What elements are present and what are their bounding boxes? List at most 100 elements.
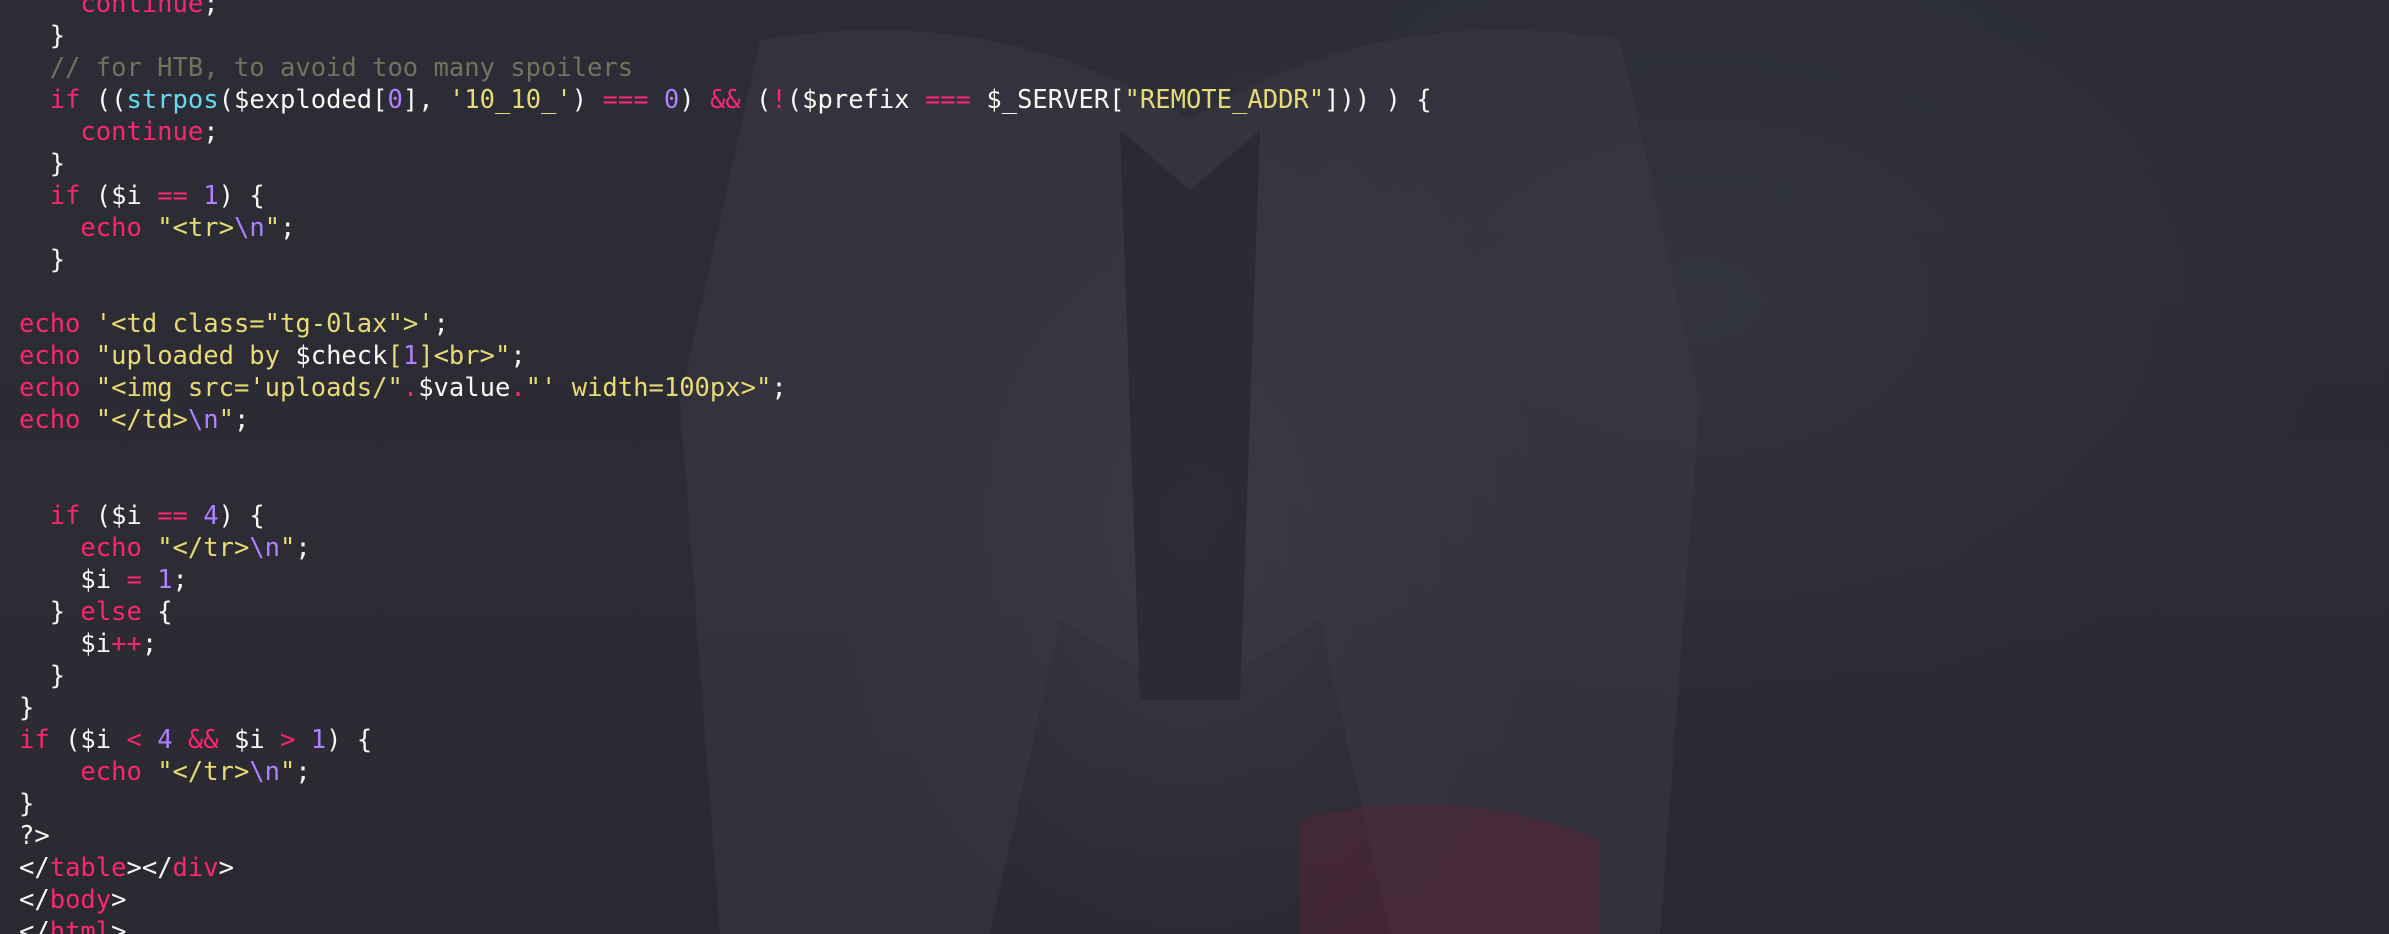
code-line[interactable]: }: [19, 660, 1432, 692]
code-token: \n: [249, 533, 281, 563]
code-line[interactable]: // for HTB, to avoid too many spoilers: [19, 52, 1432, 84]
code-token: 4: [157, 725, 173, 755]
code-token: [: [387, 341, 403, 371]
code-token: echo: [19, 405, 81, 435]
code-token: else: [80, 597, 142, 627]
code-token: if: [49, 181, 81, 211]
code-token: 1: [310, 725, 327, 755]
code-token: ": [218, 405, 234, 435]
code-token: ==: [157, 181, 188, 211]
code-line[interactable]: if ((strpos($exploded[0], '10_10_') === …: [19, 84, 1432, 116]
code-token: continue: [80, 0, 204, 19]
code-line[interactable]: ?>: [19, 820, 1432, 852]
code-token: ) {: [218, 501, 265, 531]
code-line[interactable]: echo "</td>\n";: [19, 404, 1432, 436]
code-line[interactable]: $i++;: [19, 628, 1432, 660]
code-token: 0: [387, 85, 403, 115]
code-token: echo: [80, 757, 142, 787]
code-line[interactable]: </html>: [19, 916, 1432, 934]
code-token: >: [111, 885, 127, 915]
code-token: ;: [771, 373, 787, 403]
code-token: strpos: [126, 85, 219, 115]
code-line[interactable]: }: [19, 788, 1432, 820]
code-line[interactable]: } else {: [19, 596, 1432, 628]
code-editor[interactable]: continue; } // for HTB, to avoid too man…: [19, 0, 1432, 934]
code-line[interactable]: [19, 468, 1432, 500]
code-token: ;: [203, 117, 219, 147]
code-line[interactable]: [19, 276, 1432, 308]
code-line[interactable]: }: [19, 244, 1432, 276]
code-line[interactable]: }: [19, 692, 1432, 724]
code-token: 4: [203, 501, 219, 531]
code-line[interactable]: if ($i == 4) {: [19, 500, 1432, 532]
code-line[interactable]: echo "<tr>\n";: [19, 212, 1432, 244]
code-token: $value: [418, 373, 511, 403]
code-line[interactable]: $i = 1;: [19, 564, 1432, 596]
code-token: (: [740, 85, 772, 115]
code-token: body: [49, 885, 112, 915]
code-token: ;: [233, 405, 250, 435]
code-token: \n: [233, 213, 265, 243]
code-token: $i: [218, 725, 281, 755]
code-token: "REMOTE_ADDR": [1124, 85, 1325, 115]
code-token: }: [19, 789, 35, 819]
code-token: >: [218, 853, 234, 883]
code-token: !: [771, 85, 787, 115]
code-token: '<td class="tg-0lax">': [95, 309, 434, 339]
code-token: // for HTB, to avoid too many spoilers: [19, 53, 634, 83]
code-line[interactable]: }: [19, 148, 1432, 180]
code-token: ;: [203, 0, 219, 19]
code-token: ===: [602, 85, 649, 115]
code-token: "</td>: [95, 405, 188, 435]
code-token: ])) ) {: [1324, 85, 1432, 115]
code-token: echo: [19, 373, 81, 403]
code-token: 1: [157, 565, 173, 595]
code-token: ;: [295, 757, 311, 787]
code-line[interactable]: echo "</tr>\n";: [19, 532, 1432, 564]
code-token: echo: [80, 533, 142, 563]
code-line[interactable]: echo '<td class="tg-0lax">';: [19, 308, 1432, 340]
code-line[interactable]: if ($i < 4 && $i > 1) {: [19, 724, 1432, 756]
code-token: if: [49, 501, 81, 531]
code-token: }: [19, 661, 66, 691]
code-token: ;: [141, 629, 158, 659]
code-token: </: [19, 853, 50, 883]
code-token: ): [679, 85, 710, 115]
code-line[interactable]: </body>: [19, 884, 1432, 916]
code-token: >: [280, 725, 296, 755]
code-token: ": [280, 533, 296, 563]
code-token: $check: [295, 341, 388, 371]
terminal-window[interactable]: continue; } // for HTB, to avoid too man…: [0, 0, 2389, 934]
code-line[interactable]: }: [19, 20, 1432, 52]
code-line[interactable]: echo "</tr>\n";: [19, 756, 1432, 788]
code-token: if: [49, 85, 81, 115]
code-token: if: [19, 725, 50, 755]
code-token: }: [19, 597, 81, 627]
code-token: echo: [19, 309, 81, 339]
code-token: </: [19, 885, 50, 915]
code-line[interactable]: continue;: [19, 116, 1432, 148]
code-line[interactable]: if ($i == 1) {: [19, 180, 1432, 212]
code-line[interactable]: continue;: [19, 0, 1432, 20]
code-line[interactable]: [19, 436, 1432, 468]
code-line[interactable]: </table></div>: [19, 852, 1432, 884]
code-token: =: [126, 565, 142, 595]
code-token: "</tr>: [157, 757, 250, 787]
code-token: "<tr>: [157, 213, 234, 243]
code-token: ></: [126, 853, 173, 883]
code-token: &&: [187, 725, 219, 755]
code-line[interactable]: echo "<img src='uploads/".$value."' widt…: [19, 372, 1432, 404]
code-line[interactable]: echo "uploaded by $check[1]<br>";: [19, 340, 1432, 372]
code-token: ],: [402, 85, 449, 115]
code-token: ?>: [19, 821, 50, 851]
code-token: .: [510, 373, 526, 403]
